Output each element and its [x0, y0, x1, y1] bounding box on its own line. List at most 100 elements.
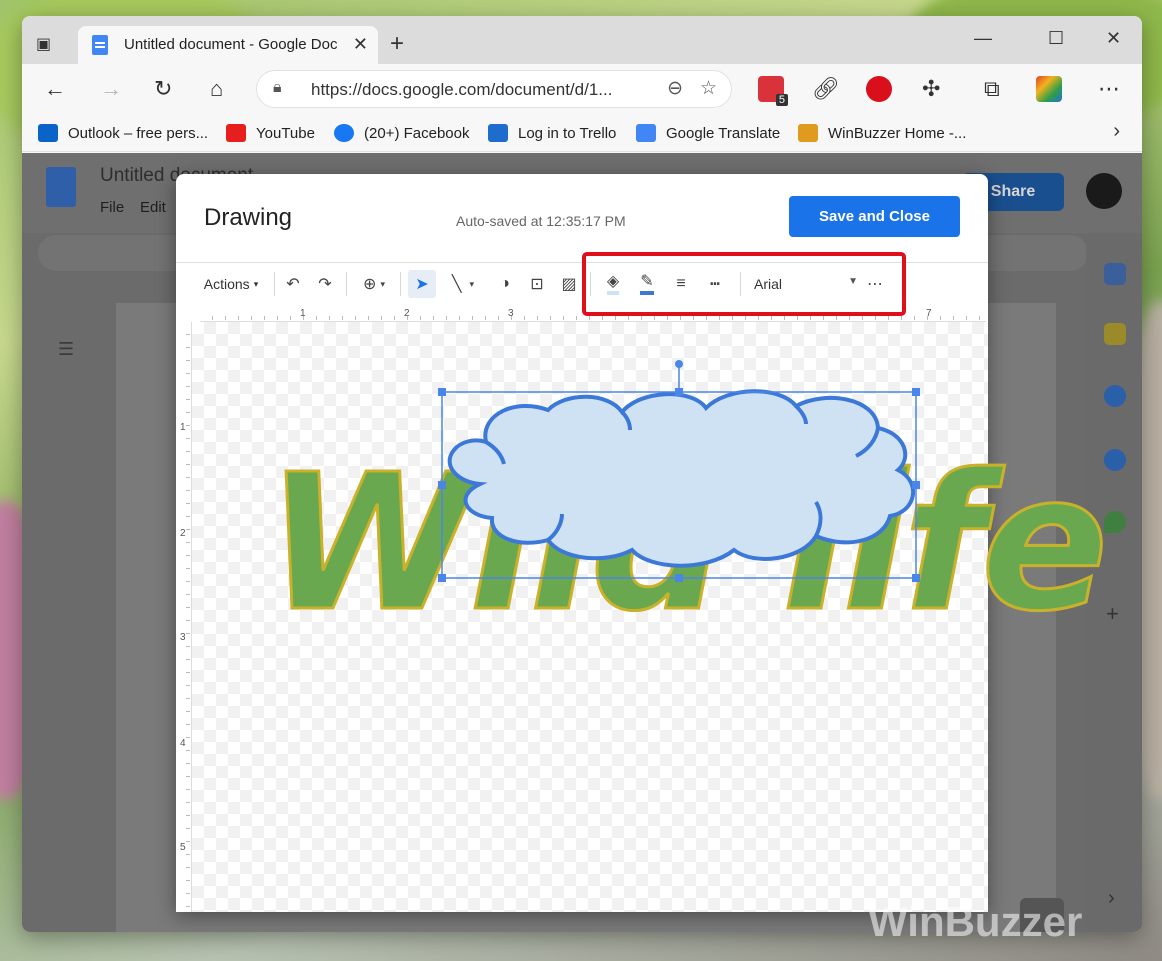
- zoom-icon[interactable]: ⊖: [667, 77, 683, 100]
- bookmark-winbuzzer[interactable]: WinBuzzer Home -...: [798, 122, 966, 144]
- tasks-icon[interactable]: [1104, 385, 1126, 407]
- add-addon-icon[interactable]: +: [1106, 601, 1119, 627]
- avatar[interactable]: [1086, 173, 1122, 209]
- resize-handle[interactable]: [438, 388, 446, 396]
- link-icon[interactable]: 🔗︎: [812, 76, 840, 102]
- toolbar-separator: [400, 272, 401, 296]
- address-bar[interactable]: 🔒︎ https://docs.google.com/document/d/1.…: [256, 70, 732, 108]
- translate-icon: [636, 124, 656, 142]
- winbuzzer-extension-icon[interactable]: [1036, 76, 1062, 102]
- resize-handle[interactable]: [675, 388, 683, 396]
- minimize-icon[interactable]: —: [974, 28, 992, 49]
- image-icon[interactable]: ▨: [556, 270, 582, 298]
- ruler-number: 3: [180, 632, 186, 643]
- bookmark-youtube[interactable]: YouTube: [226, 122, 315, 144]
- ruler-number: 4: [180, 738, 186, 749]
- extension-badge-count: 5: [775, 94, 788, 106]
- close-tab-icon[interactable]: ✕: [353, 34, 368, 55]
- navigation-bar: ← → ↻ ⌂ 🔒︎ https://docs.google.com/docum…: [22, 64, 1142, 114]
- resize-handle[interactable]: [438, 481, 446, 489]
- browser-tab[interactable]: Untitled document - Google Doc ✕: [78, 26, 378, 64]
- resize-handle[interactable]: [912, 388, 920, 396]
- trello-icon: [488, 124, 508, 142]
- actions-menu[interactable]: Actions ▾: [198, 270, 264, 298]
- ruler-number: 3: [508, 308, 514, 319]
- bookmark-facebook[interactable]: (20+) Facebook: [334, 122, 469, 144]
- zoom-menu-icon[interactable]: ⊕ ▾: [354, 270, 394, 298]
- new-tab-icon[interactable]: +: [390, 30, 404, 58]
- facebook-icon: [334, 124, 354, 142]
- chevron-right-icon[interactable]: ›: [1113, 120, 1120, 143]
- bookmark-label: Google Translate: [666, 124, 781, 142]
- bookmark-google-translate[interactable]: Google Translate: [636, 122, 780, 144]
- home-icon[interactable]: ⌂: [210, 76, 223, 102]
- lock-icon[interactable]: 🔒︎: [273, 79, 282, 97]
- refresh-icon[interactable]: ↻: [154, 76, 172, 102]
- vertical-ruler: 1 2 3 4 5: [178, 322, 192, 912]
- menu-edit[interactable]: Edit: [140, 199, 166, 216]
- extension-badge-icon[interactable]: 5: [758, 76, 788, 106]
- ruler-number: 2: [180, 528, 186, 539]
- redo-icon[interactable]: ↷: [312, 270, 338, 298]
- undo-icon[interactable]: ↶: [280, 270, 306, 298]
- adblock-icon[interactable]: [866, 76, 892, 102]
- url-text: https://docs.google.com/document/d/1...: [311, 80, 613, 99]
- rotate-handle[interactable]: [675, 360, 683, 368]
- bookmark-label: Log in to Trello: [518, 124, 617, 142]
- cloud-shape-path: [447, 389, 916, 568]
- extensions-icon[interactable]: ✣: [922, 76, 940, 102]
- contacts-icon[interactable]: [1104, 449, 1126, 471]
- bookmark-label: YouTube: [256, 124, 315, 142]
- winbuzzer-icon: [798, 124, 818, 142]
- toolbar-separator: [346, 272, 347, 296]
- maximize-icon[interactable]: ☐: [1048, 28, 1064, 49]
- dialog-title: Drawing: [204, 204, 293, 231]
- menu-file[interactable]: File: [100, 199, 124, 216]
- maps-icon[interactable]: [1104, 511, 1126, 533]
- ruler-number: 7: [926, 308, 932, 319]
- autosave-status: Auto-saved at 12:35:17 PM: [456, 213, 626, 229]
- caret-down-icon: ▾: [253, 278, 259, 289]
- shape-tool-icon[interactable]: ◑: [492, 270, 518, 298]
- line-tool-icon[interactable]: ╲ ▾: [440, 270, 486, 298]
- cloud-shape[interactable]: [436, 360, 926, 584]
- resize-handle[interactable]: [912, 574, 920, 582]
- chevron-right-icon[interactable]: ›: [1108, 887, 1115, 910]
- back-icon[interactable]: ←: [44, 76, 66, 102]
- outlook-icon: [38, 124, 58, 142]
- collections-icon[interactable]: ⧉: [984, 76, 1000, 102]
- ruler-number: 5: [180, 842, 186, 853]
- resize-handle[interactable]: [912, 481, 920, 489]
- more-options-icon[interactable]: ⋯: [1098, 76, 1120, 102]
- youtube-icon: [226, 124, 246, 142]
- calendar-icon[interactable]: [1104, 263, 1126, 285]
- toolbar-separator: [274, 272, 275, 296]
- tab-actions-icon[interactable]: ▣: [36, 34, 58, 54]
- favorite-add-icon[interactable]: ☆: [700, 77, 717, 100]
- outline-icon[interactable]: ☰: [58, 339, 74, 360]
- docs-logo-icon: [46, 167, 76, 207]
- tab-title: Untitled document - Google Doc: [124, 36, 338, 53]
- resize-handle[interactable]: [438, 574, 446, 582]
- docs-favicon-icon: [92, 35, 108, 55]
- bookmark-trello[interactable]: Log in to Trello: [488, 122, 616, 144]
- select-cursor-icon[interactable]: ➤: [408, 270, 436, 298]
- format-tools-highlight: [582, 252, 906, 316]
- bookmark-label: WinBuzzer Home -...: [828, 124, 967, 142]
- resize-handle[interactable]: [675, 574, 683, 582]
- watermark: WinBuzzer: [868, 898, 1083, 945]
- save-and-close-button[interactable]: Save and Close: [789, 196, 960, 237]
- bookmark-outlook[interactable]: Outlook – free pers...: [38, 122, 208, 144]
- ruler-number: 1: [180, 422, 186, 433]
- actions-label: Actions: [203, 276, 250, 292]
- keep-icon[interactable]: [1104, 323, 1126, 345]
- bookmark-label: Outlook – free pers...: [68, 124, 209, 142]
- ruler-number: 2: [404, 308, 410, 319]
- text-box-icon[interactable]: ⊡: [524, 270, 550, 298]
- close-window-icon[interactable]: ✕: [1106, 28, 1121, 49]
- forward-icon[interactable]: →: [100, 76, 122, 102]
- bookmarks-bar: Outlook – free pers... YouTube (20+) Fac…: [22, 114, 1142, 152]
- title-bar: ▣ Untitled document - Google Doc ✕ + — ☐…: [22, 16, 1142, 64]
- bookmark-label: (20+) Facebook: [364, 124, 470, 142]
- ruler-number: 1: [300, 308, 306, 319]
